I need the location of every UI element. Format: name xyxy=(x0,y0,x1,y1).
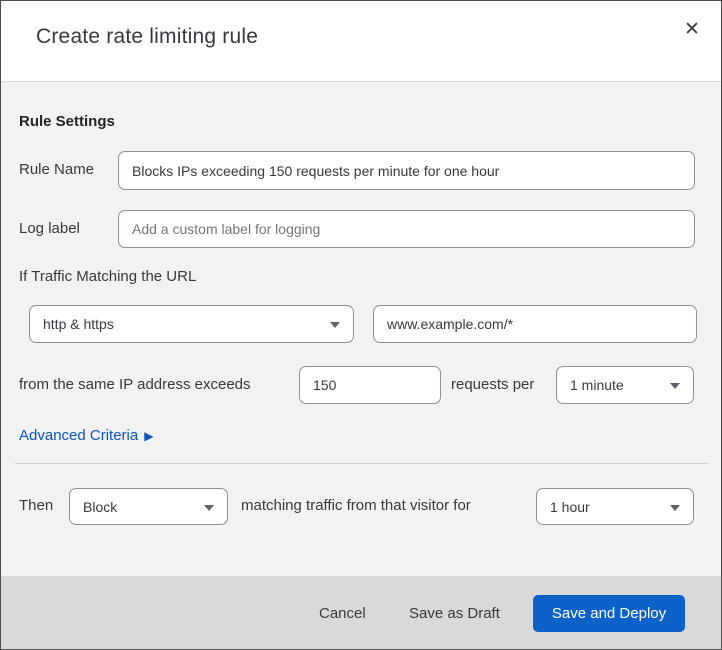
traffic-matching-heading: If Traffic Matching the URL xyxy=(19,268,197,285)
scheme-select-value: http & https xyxy=(43,316,114,332)
then-label: Then xyxy=(19,497,54,514)
dialog-header: Create rate limiting rule ✕ xyxy=(1,1,721,82)
action-select-value: Block xyxy=(83,498,118,515)
save-and-deploy-button[interactable]: Save and Deploy xyxy=(533,595,685,632)
log-label-input[interactable] xyxy=(118,210,695,248)
rule-settings-heading: Rule Settings xyxy=(19,113,115,130)
chevron-down-icon xyxy=(670,504,680,511)
action-select[interactable]: Block xyxy=(69,488,228,525)
log-label-label: Log label xyxy=(19,220,80,237)
advanced-criteria-link[interactable]: Advanced Criteria ▶ xyxy=(19,427,153,444)
threshold-prefix-label: from the same IP address exceeds xyxy=(19,376,251,393)
chevron-down-icon xyxy=(670,383,680,389)
rule-name-label: Rule Name xyxy=(19,161,95,178)
close-icon[interactable]: ✕ xyxy=(680,18,704,42)
advanced-criteria-label: Advanced Criteria xyxy=(19,427,139,444)
url-pattern-input[interactable] xyxy=(373,305,697,343)
chevron-down-icon xyxy=(330,322,340,328)
chevron-down-icon xyxy=(204,504,214,511)
page-title: Create rate limiting rule xyxy=(36,25,259,48)
section-divider xyxy=(15,463,707,464)
period-select-value: 1 minute xyxy=(570,377,624,393)
then-middle-label: matching traffic from that visitor for xyxy=(241,497,471,514)
period-select[interactable]: 1 minute xyxy=(556,366,694,404)
cancel-button[interactable]: Cancel xyxy=(319,595,366,632)
scheme-select[interactable]: http & https xyxy=(29,305,354,343)
requests-per-label: requests per xyxy=(451,376,535,393)
create-rate-limiting-rule-dialog: Create rate limiting rule ✕ Rule Setting… xyxy=(0,0,722,650)
rule-name-input[interactable] xyxy=(118,151,695,190)
duration-select-value: 1 hour xyxy=(550,498,590,515)
save-as-draft-button[interactable]: Save as Draft xyxy=(409,595,500,632)
expand-arrow-icon: ▶ xyxy=(144,428,154,443)
dialog-footer: Cancel Save as Draft Save and Deploy xyxy=(1,576,721,649)
duration-select[interactable]: 1 hour xyxy=(536,488,694,525)
requests-count-input[interactable] xyxy=(299,366,441,404)
